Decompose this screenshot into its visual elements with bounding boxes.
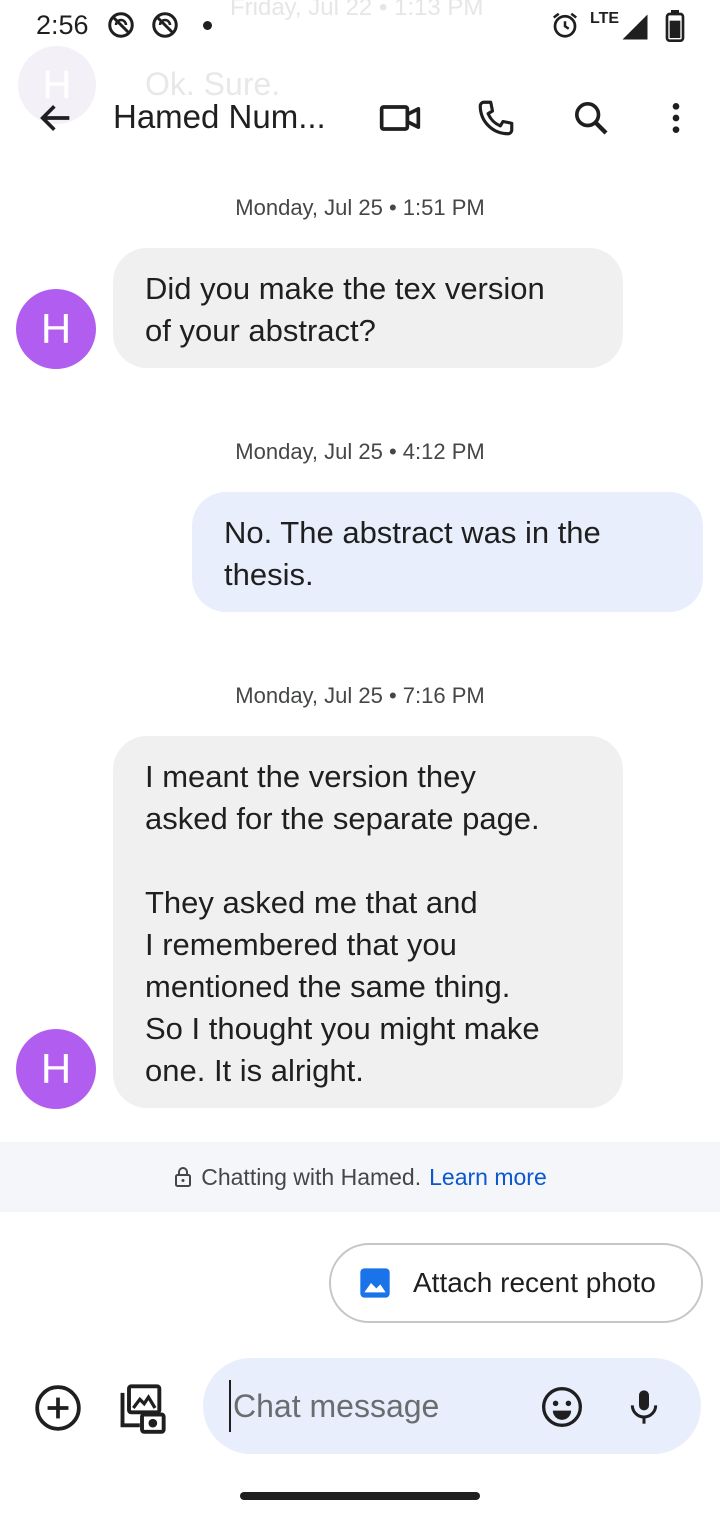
status-time: 2:56 bbox=[36, 10, 89, 40]
network-type: LTE bbox=[590, 10, 620, 27]
message-timestamp: Monday, Jul 25 • 1:51 PM bbox=[235, 195, 485, 220]
message-bubble-outgoing[interactable]: No. The abstract was in the thesis. bbox=[192, 492, 703, 612]
alarm-icon bbox=[553, 12, 577, 38]
gallery-camera-button[interactable] bbox=[114, 1380, 170, 1436]
lock-icon bbox=[175, 1167, 192, 1187]
microphone-icon bbox=[630, 1390, 658, 1424]
compose-box[interactable] bbox=[203, 1358, 701, 1454]
arrow-back-icon bbox=[40, 105, 70, 131]
more-vert-icon bbox=[672, 103, 680, 133]
avatar[interactable]: H bbox=[16, 289, 96, 369]
message-bubble-incoming[interactable]: I meant the version they asked for the s… bbox=[113, 736, 623, 1108]
image-icon bbox=[360, 1268, 390, 1298]
ghost-status-text: Friday, Jul 22 • 1:13 PM bbox=[230, 0, 484, 21]
attach-recent-photo-chip[interactable]: Attach recent photo bbox=[329, 1243, 703, 1323]
chip-label: Attach recent photo bbox=[413, 1267, 656, 1298]
video-call-button[interactable] bbox=[374, 92, 426, 144]
emoji-icon bbox=[542, 1387, 582, 1427]
search-button[interactable] bbox=[565, 92, 617, 144]
phone-icon bbox=[478, 100, 514, 136]
banner-text: Chatting with Hamed. bbox=[201, 1163, 422, 1190]
search-icon bbox=[575, 102, 608, 135]
home-indicator[interactable] bbox=[240, 1492, 480, 1500]
chat-message-input[interactable] bbox=[229, 1380, 509, 1432]
emoji-button[interactable] bbox=[535, 1380, 589, 1434]
voice-call-button[interactable] bbox=[470, 92, 522, 144]
add-attachment-button[interactable] bbox=[30, 1380, 86, 1436]
conversation-title[interactable]: Hamed Num... bbox=[113, 98, 326, 136]
more-options-button[interactable] bbox=[650, 92, 702, 144]
no-disturb-icon-2 bbox=[152, 12, 178, 38]
message-timestamp: Monday, Jul 25 • 4:12 PM bbox=[235, 439, 485, 464]
voice-input-button[interactable] bbox=[617, 1380, 671, 1434]
learn-more-link[interactable]: Learn more bbox=[429, 1164, 547, 1191]
notification-dot-icon bbox=[203, 21, 212, 30]
avatar[interactable]: H bbox=[16, 1029, 96, 1109]
message-bubble-incoming[interactable]: Did you make the tex version of your abs… bbox=[113, 248, 623, 368]
signal-icon bbox=[622, 14, 648, 40]
gallery-camera-icon bbox=[120, 1384, 166, 1434]
add-circle-icon bbox=[35, 1385, 81, 1431]
message-timestamp: Monday, Jul 25 • 7:16 PM bbox=[235, 683, 485, 708]
battery-icon bbox=[665, 10, 685, 42]
back-button[interactable] bbox=[30, 92, 82, 144]
encryption-banner: Chatting with Hamed. Learn more bbox=[0, 1142, 720, 1212]
no-disturb-icon bbox=[108, 12, 134, 38]
video-camera-icon bbox=[379, 105, 421, 131]
